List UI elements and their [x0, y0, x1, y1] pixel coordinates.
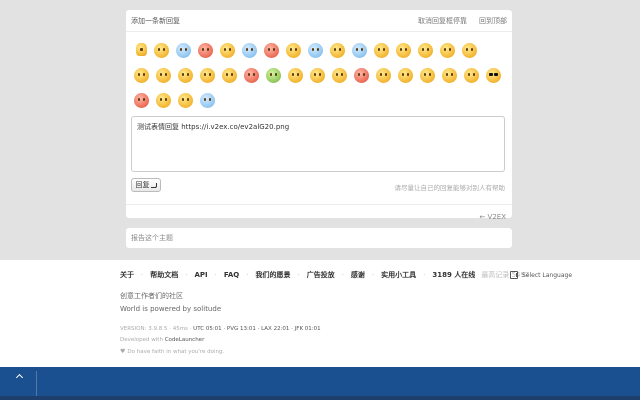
emoji-awkward-icon[interactable]	[156, 93, 171, 108]
separator: ·	[297, 271, 300, 279]
report-topic-link[interactable]: 报告这个主题	[131, 233, 173, 243]
emoji-oops-icon[interactable]	[420, 68, 435, 83]
emoji-row	[134, 93, 504, 118]
version-info: VERSION: 3.9.8.5 · 45ms · UTC 05:01 · PV…	[120, 326, 321, 332]
footer: 关于 · 帮助文档 · API · FAQ · 我们的愿景 · 广告投放 · 感…	[0, 260, 640, 367]
reply-textarea[interactable]: 测试表情回复 https://i.v2ex.co/ev2alG20.png	[131, 116, 505, 172]
emoji-sad-icon[interactable]	[332, 68, 347, 83]
chevron-up-icon[interactable]	[15, 373, 24, 382]
emoji-blush-icon[interactable]	[440, 43, 455, 58]
footer-link-advertise[interactable]: 广告投放	[307, 270, 335, 280]
language-label: Select Language	[522, 271, 573, 279]
emoji-annoyed-icon[interactable]	[200, 68, 215, 83]
faith-line: ♥ Do have faith in what you're doing.	[120, 348, 224, 355]
emoji-cry-icon[interactable]	[176, 43, 191, 58]
reply-submit-label: 回复	[135, 181, 150, 189]
separator: ·	[341, 271, 344, 279]
emoji-confused-icon[interactable]	[222, 68, 237, 83]
emoji-mad-icon[interactable]	[264, 43, 279, 58]
emoji-doubt-icon[interactable]	[288, 68, 303, 83]
heart-icon: ♥	[120, 348, 126, 355]
emoji-shocked-icon[interactable]	[286, 43, 301, 58]
emoji-grin-icon[interactable]	[154, 43, 169, 58]
developed-prefix: Developed with	[120, 337, 165, 343]
emoji-weep-icon[interactable]	[200, 93, 215, 108]
back-to-v2ex-link[interactable]: ← V2EX	[479, 213, 506, 221]
emoji-pout-icon[interactable]	[178, 93, 193, 108]
taskbar-bottom-strip	[0, 396, 640, 400]
emoji-wink-icon[interactable]	[220, 43, 235, 58]
emoji-row	[134, 68, 504, 93]
back-to-top-link[interactable]: 回到顶部	[479, 16, 507, 26]
emoji-small-icon[interactable]	[136, 43, 147, 56]
reply-header: 添加一条新回复 取消回复框停靠 回到顶部	[126, 10, 512, 32]
emoji-cool-icon[interactable]	[486, 68, 501, 83]
emoji-shout-icon[interactable]	[354, 68, 369, 83]
separator: ·	[185, 271, 188, 279]
emoji-row	[134, 43, 504, 68]
footer-link-help[interactable]: 帮助文档	[150, 270, 178, 280]
emoji-tired-icon[interactable]	[134, 93, 149, 108]
separator: ·	[246, 271, 249, 279]
emoji-angry-icon[interactable]	[198, 43, 213, 58]
reply-submit-button[interactable]: 回复	[131, 178, 161, 192]
emoji-scream-icon[interactable]	[352, 43, 367, 58]
emoji-laugh-icon[interactable]	[156, 68, 171, 83]
taskbar	[0, 367, 640, 400]
faith-text: Do have faith in what you're doing.	[127, 348, 225, 355]
emoji-smirk-icon[interactable]	[418, 43, 433, 58]
emoji-happy-icon[interactable]	[462, 43, 477, 58]
taskbar-separator	[36, 371, 37, 396]
emoji-sweat-smile-icon[interactable]	[376, 68, 391, 83]
report-box: 报告这个主题	[126, 228, 512, 248]
emoji-kiss-icon[interactable]	[178, 68, 193, 83]
unfollow-link[interactable]: 取消回复框停靠	[418, 16, 467, 26]
separator: ·	[423, 271, 426, 279]
reply-box: 添加一条新回复 取消回复框停靠 回到顶部 测试表情回复 https://i.v2…	[126, 10, 512, 221]
emoji-tongue-icon[interactable]	[330, 43, 345, 58]
emoji-surprised-icon[interactable]	[310, 68, 325, 83]
reply-hint: 请尽量让自己的回复能够对别人有帮助	[394, 184, 506, 192]
version-text: VERSION: 3.9.8.5 · 45ms ·	[120, 326, 194, 332]
emoji-dizzy-icon[interactable]	[374, 43, 389, 58]
emoji-smile-icon[interactable]	[398, 68, 413, 83]
emoji-scared-icon[interactable]	[242, 43, 257, 58]
reply-title: 添加一条新回复	[131, 16, 180, 25]
reply-divider	[126, 204, 512, 205]
footer-link-api[interactable]: API	[194, 271, 207, 279]
emoji-giggle-icon[interactable]	[442, 68, 457, 83]
world-clocks: UTC 05:01 · PVG 13:01 · LAX 22:01 · JFK …	[193, 326, 321, 332]
enter-icon	[150, 182, 157, 188]
footer-link-faq[interactable]: FAQ	[224, 271, 239, 279]
separator: ·	[141, 271, 144, 279]
slogan: 创意工作者们的社区	[120, 292, 183, 300]
emoji-sweat-icon[interactable]	[308, 43, 323, 58]
translate-icon	[510, 271, 518, 279]
footer-link-tools[interactable]: 实用小工具	[381, 270, 416, 280]
emoji-sleepy-icon[interactable]	[396, 43, 411, 58]
emoji-grid	[134, 43, 504, 118]
reply-links: 取消回复框停靠 回到顶部	[418, 16, 507, 26]
footer-link-about[interactable]: 关于	[120, 270, 134, 280]
emoji-sick-icon[interactable]	[266, 68, 281, 83]
emoji-furious-icon[interactable]	[244, 68, 259, 83]
separator: ·	[214, 271, 217, 279]
footer-link-thanks[interactable]: 感谢	[351, 270, 365, 280]
footer-link-mission[interactable]: 我们的愿景	[255, 270, 290, 280]
developed-with: Developed with CodeLauncher	[120, 337, 204, 343]
footer-nav: 关于 · 帮助文档 · API · FAQ · 我们的愿景 · 广告投放 · 感…	[120, 270, 529, 280]
emoji-thinking-icon[interactable]	[134, 68, 149, 83]
emoji-grimace-icon[interactable]	[464, 68, 479, 83]
separator: ·	[371, 271, 375, 279]
online-count: 3189 人在线	[432, 271, 476, 279]
language-selector[interactable]: Select Language	[510, 271, 572, 279]
powered-by: World is powered by solitude	[120, 305, 222, 313]
codelauncher-link[interactable]: CodeLauncher	[165, 337, 205, 343]
